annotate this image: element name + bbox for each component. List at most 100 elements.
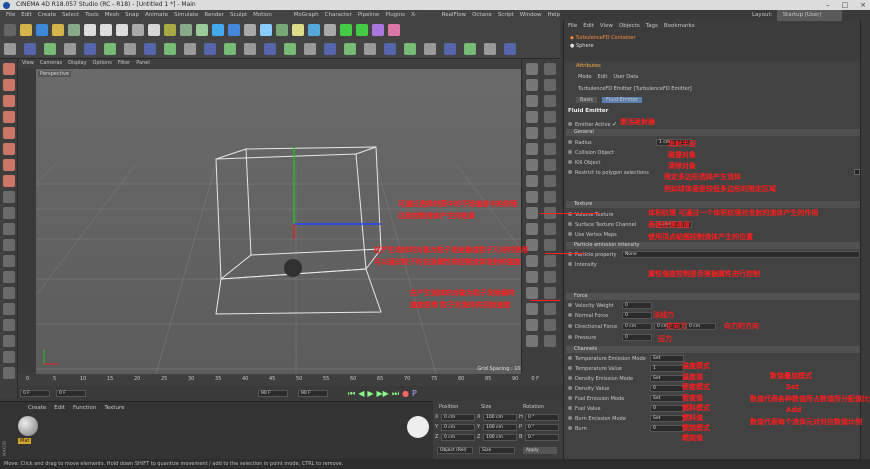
object-tool-icon[interactable] [544,255,556,267]
object-tool-icon[interactable] [526,175,538,187]
keyframe-dot-icon[interactable] [568,170,572,174]
toolbar-tool-icon[interactable] [260,24,272,36]
toolbar-tool-icon[interactable] [116,24,128,36]
next-frame-icon[interactable]: ▶▶ [377,389,389,399]
keyframe-dot-icon[interactable] [568,140,572,144]
toolbar-tool-icon[interactable] [196,24,208,36]
object-tool-icon[interactable] [544,95,556,107]
left-tool-icon[interactable] [3,335,15,347]
normal-force-field[interactable]: 0 [622,312,652,319]
object-tool-icon[interactable] [544,191,556,203]
attributes-menu-edit[interactable]: Edit [598,74,608,80]
directional-y-field[interactable]: 0 cm [654,323,684,330]
size-field[interactable]: 100 cm [483,424,517,431]
section-texture[interactable]: Texture [566,201,862,208]
menu-character[interactable]: Character [325,10,352,21]
object-tool-icon[interactable] [526,271,538,283]
object-tool-icon[interactable] [544,239,556,251]
toolbar-mode-icon[interactable] [164,43,176,55]
toolbar-mode-icon[interactable] [144,43,156,55]
menu-file[interactable]: File [6,10,15,21]
object-menu-file[interactable]: File [568,23,577,29]
menu-sculpt[interactable]: Sculpt [230,10,247,21]
object-tool-icon[interactable] [526,287,538,299]
keyframe-dot-icon[interactable] [568,232,572,236]
material-menu-function[interactable]: Function [73,405,96,411]
menu-tools[interactable]: Tools [85,10,99,21]
keyframe-dot-icon[interactable] [568,396,572,400]
left-tool-icon[interactable] [3,207,15,219]
rotation-field[interactable]: 0 ° [525,414,559,421]
max-frame-field[interactable]: 90 F [258,390,288,397]
toolbar-tool-icon[interactable] [244,24,256,36]
left-tool-icon[interactable] [3,239,15,251]
menu-create[interactable]: Create [38,10,56,21]
keyframe-dot-icon[interactable] [568,313,572,317]
keyframe-dot-icon[interactable] [568,426,572,430]
toolbar-mode-icon[interactable] [504,43,516,55]
material-menu-create[interactable]: Create [28,405,46,411]
keyframe-dot-icon[interactable] [568,324,572,328]
toolbar-mode-icon[interactable] [444,43,456,55]
left-tool-icon[interactable] [3,319,15,331]
object-menu-objects[interactable]: Objects [619,23,640,29]
toolbar-tool-icon[interactable] [372,24,384,36]
left-tool-icon[interactable] [3,63,15,75]
size-field[interactable]: 100 cm [483,414,517,421]
left-tool-icon[interactable] [3,223,15,235]
object-tool-icon[interactable] [526,159,538,171]
toolbar-mode-icon[interactable] [324,43,336,55]
object-item-sphere[interactable]: ● Sphere [570,43,594,49]
viewport-menu-panel[interactable]: Panel [136,59,150,68]
menu-simulate[interactable]: Simulate [174,10,198,21]
toolbar-mode-icon[interactable] [424,43,436,55]
toolbar-tool-icon[interactable] [84,24,96,36]
object-tool-icon[interactable] [526,95,538,107]
object-tool-icon[interactable] [526,223,538,235]
prev-frame-icon[interactable]: ◀ [358,389,364,399]
menu-pipeline[interactable]: Pipeline [358,10,380,21]
object-tool-icon[interactable] [544,79,556,91]
keyframe-dot-icon[interactable] [568,160,572,164]
keyframe-dot-icon[interactable] [568,416,572,420]
object-tool-icon[interactable] [526,143,538,155]
left-tool-icon[interactable] [3,351,15,363]
keyframe-dot-icon[interactable] [568,376,572,380]
keyframe-dot-icon[interactable] [568,366,572,370]
toolbar-tool-icon[interactable] [52,24,64,36]
object-tool-icon[interactable] [526,303,538,315]
left-tool-icon[interactable] [3,143,15,155]
toolbar-mode-icon[interactable] [344,43,356,55]
coord-size-dropdown[interactable]: Size [479,447,515,454]
keyframe-dot-icon[interactable] [568,252,572,256]
viewport-menu-options[interactable]: Options [93,59,112,68]
object-tool-icon[interactable] [526,255,538,267]
toolbar-tool-icon[interactable] [132,24,144,36]
channel-value-field[interactable]: Set [650,415,684,422]
toolbar-mode-icon[interactable] [104,43,116,55]
menu-motion-tracker[interactable]: Motion Tracker [253,10,288,29]
toolbar-mode-icon[interactable] [404,43,416,55]
start-frame-field[interactable]: 0 F [20,390,50,397]
menu-octane[interactable]: Octane [472,10,492,21]
object-tool-icon[interactable] [526,239,538,251]
toolbar-tool-icon[interactable] [292,24,304,36]
keyframe-dot-icon[interactable] [568,303,572,307]
object-tool-icon[interactable] [544,207,556,219]
toolbar-mode-icon[interactable] [464,43,476,55]
viewport-menu-filter[interactable]: Filter [118,59,130,68]
object-tool-icon[interactable] [526,191,538,203]
object-menu-edit[interactable]: Edit [583,23,594,29]
object-tool-icon[interactable] [544,63,556,75]
key-icon[interactable]: P [412,389,417,399]
maximize-button[interactable]: □ [842,0,849,10]
object-tool-icon[interactable] [544,143,556,155]
left-tool-icon[interactable] [3,255,15,267]
menu-help[interactable]: Help [547,10,560,21]
material-menu-edit[interactable]: Edit [54,405,65,411]
toolbar-mode-icon[interactable] [4,43,16,55]
menu-mesh[interactable]: Mesh [105,10,119,21]
keyframe-dot-icon[interactable] [568,262,572,266]
toolbar-tool-icon[interactable] [388,24,400,36]
toolbar-tool-icon[interactable] [228,24,240,36]
